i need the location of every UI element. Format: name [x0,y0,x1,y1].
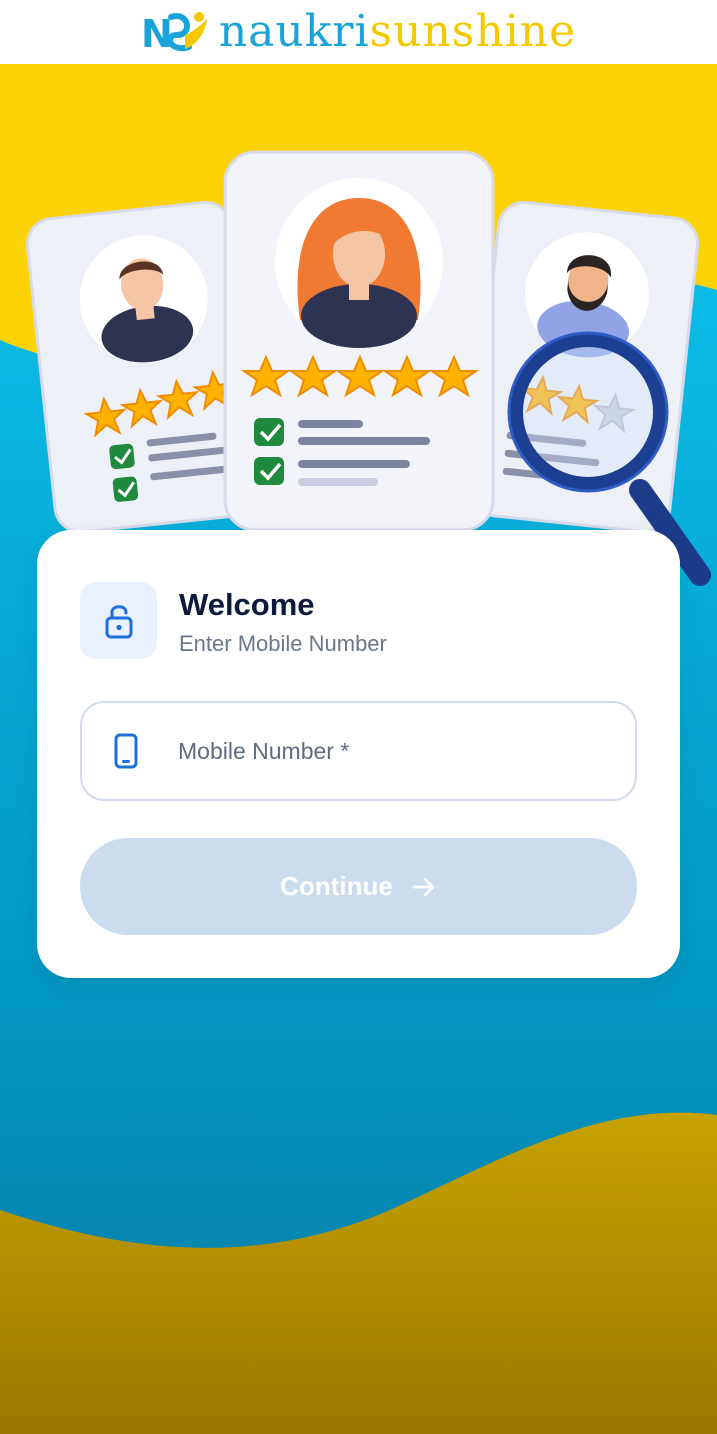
logo-text-sunshine: sunshine [369,6,577,57]
mobile-number-field[interactable] [80,701,637,801]
logo-icon: N [141,9,211,56]
svg-text:N: N [141,12,173,55]
login-card: Welcome Enter Mobile Number Continue [37,530,680,978]
welcome-subtitle: Enter Mobile Number [179,631,387,656]
continue-button-label: Continue [280,871,393,901]
logo-wordmark: naukrisunshine [219,10,576,54]
female-avatar-icon [297,198,421,348]
phone-icon [111,731,141,771]
arrow-right-icon [411,876,437,898]
mobile-number-input[interactable] [178,737,598,765]
candidate-card-center [223,150,495,532]
lock-icon [105,604,132,638]
app-header: N naukrisunshine [0,0,717,64]
logo-text-naukri: naukri [218,6,370,57]
welcome-title: Welcome [179,587,315,622]
continue-button[interactable]: Continue [80,838,637,935]
lock-tile [80,582,157,659]
